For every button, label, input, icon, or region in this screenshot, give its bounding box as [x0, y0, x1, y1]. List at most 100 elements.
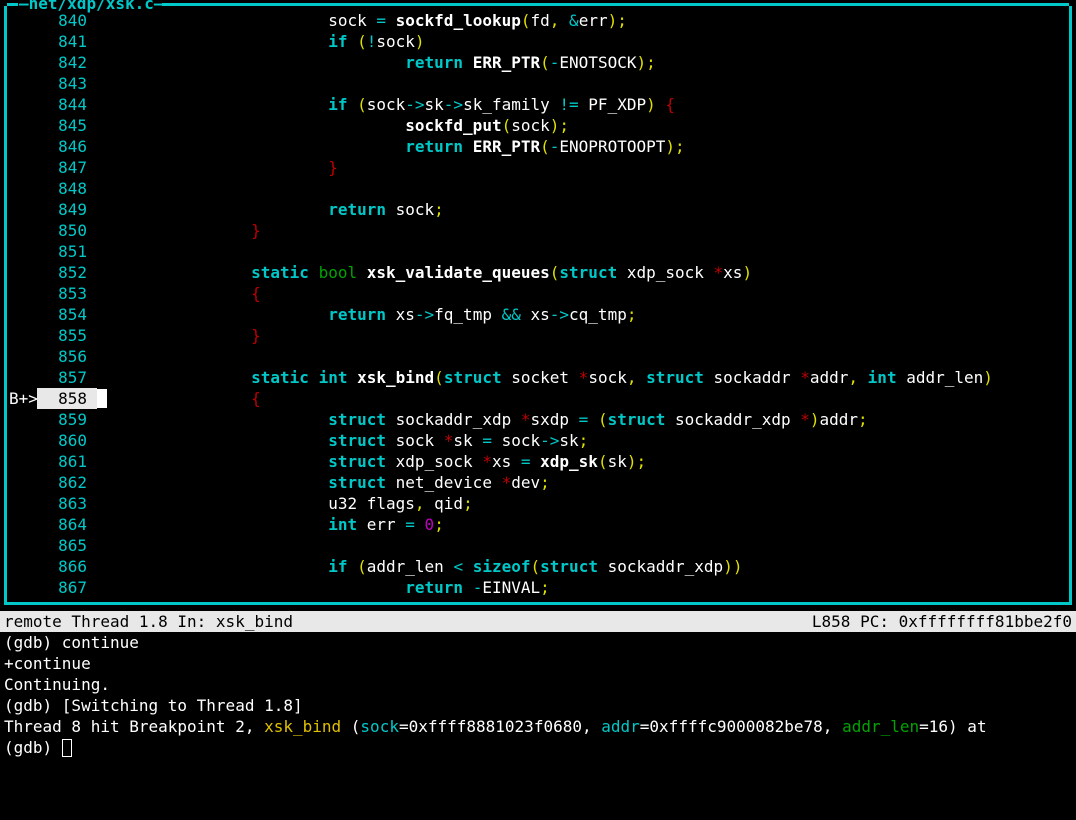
line-number: 852	[37, 262, 97, 283]
breakpoint-marker	[7, 283, 37, 304]
console-line: (gdb) [Switching to Thread 1.8]	[4, 695, 1072, 716]
source-window: net/xdp/xsk.c 840 sock = sockfd_lookup(f…	[4, 6, 1072, 605]
source-line[interactable]: 866 if (addr_len < sizeof(struct sockadd…	[7, 556, 1069, 577]
breakpoint-marker	[7, 157, 37, 178]
source-line[interactable]: 856	[7, 346, 1069, 367]
line-number: 843	[37, 73, 97, 94]
line-number: 847	[37, 157, 97, 178]
console-line: (gdb)	[4, 737, 1072, 758]
console-line: Continuing.	[4, 674, 1072, 695]
line-number: 846	[37, 136, 97, 157]
line-number: 851	[37, 241, 97, 262]
code: struct sock *sk = sock->sk;	[97, 430, 1069, 451]
source-line[interactable]: 850 }	[7, 220, 1069, 241]
line-number: 855	[37, 325, 97, 346]
source-line[interactable]: 854 return xs->fq_tmp && xs->cq_tmp;	[7, 304, 1069, 325]
line-number: 858	[37, 388, 97, 409]
source-line[interactable]: 847 }	[7, 157, 1069, 178]
line-number: 841	[37, 31, 97, 52]
source-line[interactable]: 861 struct xdp_sock *xs = xdp_sk(sk);	[7, 451, 1069, 472]
line-number: 866	[37, 556, 97, 577]
breakpoint-marker	[7, 409, 37, 430]
source-line[interactable]: 859 struct sockaddr_xdp *sxdp = (struct …	[7, 409, 1069, 430]
source-line[interactable]: 853 {	[7, 283, 1069, 304]
source-line[interactable]: 848	[7, 178, 1069, 199]
code	[97, 535, 1069, 556]
breakpoint-marker	[7, 262, 37, 283]
line-number: 857	[37, 367, 97, 388]
code	[97, 241, 1069, 262]
source-line[interactable]: 857 static int xsk_bind(struct socket *s…	[7, 367, 1069, 388]
breakpoint-marker	[7, 535, 37, 556]
source-line[interactable]: 855 }	[7, 325, 1069, 346]
source-line[interactable]: 863 u32 flags, qid;	[7, 493, 1069, 514]
code: {	[97, 283, 1069, 304]
line-number: 859	[37, 409, 97, 430]
code: if (addr_len < sizeof(struct sockaddr_xd…	[97, 556, 1069, 577]
breakpoint-marker	[7, 325, 37, 346]
code: return xs->fq_tmp && xs->cq_tmp;	[97, 304, 1069, 325]
source-title: net/xdp/xsk.c	[19, 0, 164, 14]
line-number: 865	[37, 535, 97, 556]
source-line[interactable]: 865	[7, 535, 1069, 556]
breakpoint-marker	[7, 73, 37, 94]
terminal-screen: net/xdp/xsk.c 840 sock = sockfd_lookup(f…	[0, 0, 1076, 820]
source-line[interactable]: 852 static bool xsk_validate_queues(stru…	[7, 262, 1069, 283]
source-line[interactable]: 844 if (sock->sk->sk_family != PF_XDP) {	[7, 94, 1069, 115]
console-line: Thread 8 hit Breakpoint 2, xsk_bind (soc…	[4, 716, 1072, 737]
line-number: 850	[37, 220, 97, 241]
code: return ERR_PTR(-ENOTSOCK);	[97, 52, 1069, 73]
code: sock = sockfd_lookup(fd, &err);	[97, 10, 1069, 31]
breakpoint-marker	[7, 451, 37, 472]
source-line[interactable]: 845 sockfd_put(sock);	[7, 115, 1069, 136]
source-line[interactable]: 843	[7, 73, 1069, 94]
breakpoint-marker	[7, 346, 37, 367]
breakpoint-marker	[7, 556, 37, 577]
source-line[interactable]: 840 sock = sockfd_lookup(fd, &err);	[7, 10, 1069, 31]
breakpoint-marker	[7, 178, 37, 199]
breakpoint-marker	[7, 115, 37, 136]
source-line[interactable]: 860 struct sock *sk = sock->sk;	[7, 430, 1069, 451]
source-line[interactable]: 846 return ERR_PTR(-ENOPROTOOPT);	[7, 136, 1069, 157]
code: }	[97, 157, 1069, 178]
breakpoint-marker	[7, 304, 37, 325]
source-body[interactable]: 840 sock = sockfd_lookup(fd, &err);841 i…	[7, 6, 1069, 602]
breakpoint-marker: B+>	[7, 388, 37, 409]
source-line[interactable]: 867 return -EINVAL;	[7, 577, 1069, 598]
line-number: 861	[37, 451, 97, 472]
gdb-console[interactable]: (gdb) continue+continueContinuing.(gdb) …	[0, 632, 1076, 758]
code: return -EINVAL;	[97, 577, 1069, 598]
line-number: 862	[37, 472, 97, 493]
source-line[interactable]: 841 if (!sock)	[7, 31, 1069, 52]
source-line[interactable]: 842 return ERR_PTR(-ENOTSOCK);	[7, 52, 1069, 73]
breakpoint-marker	[7, 367, 37, 388]
code: static int xsk_bind(struct socket *sock,…	[97, 367, 1069, 388]
line-number: 863	[37, 493, 97, 514]
source-line[interactable]: 862 struct net_device *dev;	[7, 472, 1069, 493]
breakpoint-marker	[7, 472, 37, 493]
breakpoint-marker	[7, 514, 37, 535]
breakpoint-marker	[7, 94, 37, 115]
breakpoint-marker	[7, 577, 37, 598]
code: return ERR_PTR(-ENOPROTOOPT);	[97, 136, 1069, 157]
source-line[interactable]: 864 int err = 0;	[7, 514, 1069, 535]
code: }	[97, 220, 1069, 241]
line-number: 845	[37, 115, 97, 136]
console-line: (gdb) continue	[4, 632, 1072, 653]
status-left: remote Thread 1.8 In: xsk_bind	[4, 611, 812, 632]
code: int err = 0;	[97, 514, 1069, 535]
source-line[interactable]: 851	[7, 241, 1069, 262]
line-number: 856	[37, 346, 97, 367]
source-line[interactable]: 849 return sock;	[7, 199, 1069, 220]
line-number: 860	[37, 430, 97, 451]
code: if (!sock)	[97, 31, 1069, 52]
breakpoint-marker	[7, 52, 37, 73]
source-line[interactable]: B+>858 {	[7, 388, 1069, 409]
line-number: 844	[37, 94, 97, 115]
breakpoint-marker	[7, 493, 37, 514]
code: u32 flags, qid;	[97, 493, 1069, 514]
code: return sock;	[97, 199, 1069, 220]
code: struct net_device *dev;	[97, 472, 1069, 493]
code: }	[97, 325, 1069, 346]
line-number: 867	[37, 577, 97, 598]
